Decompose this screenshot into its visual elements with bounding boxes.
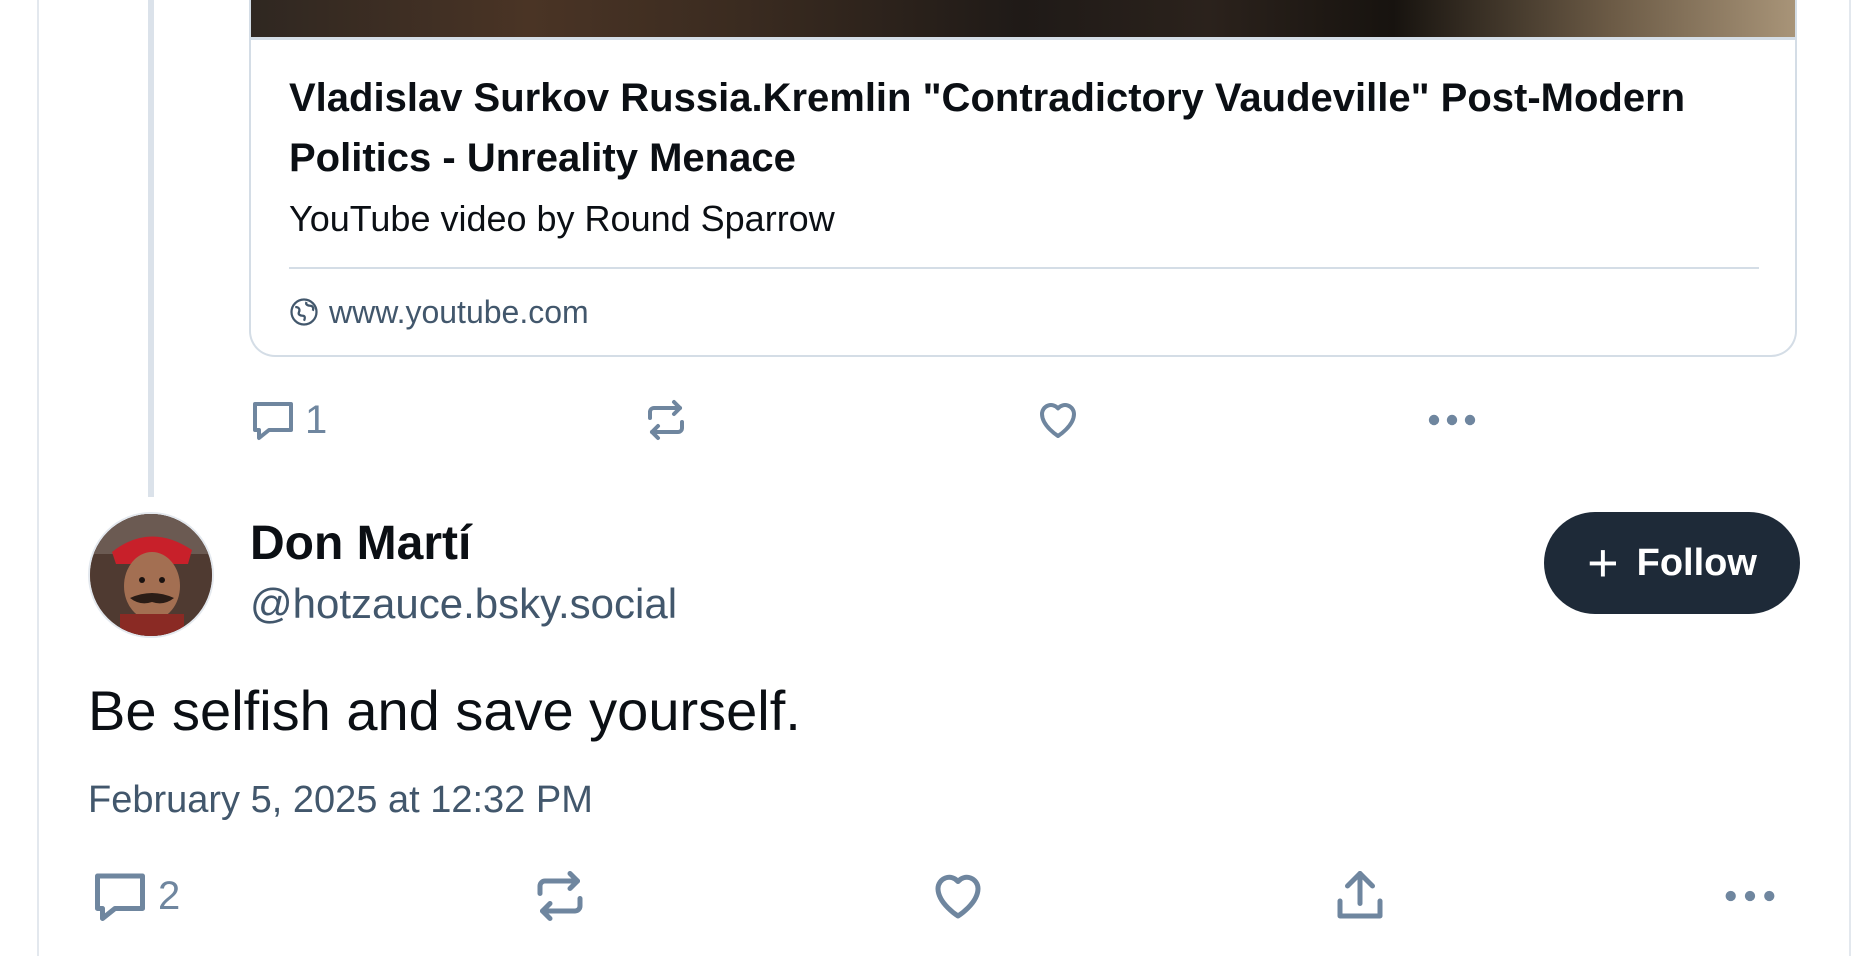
reply-count: 2 bbox=[158, 873, 181, 918]
column-border-left bbox=[37, 0, 39, 956]
link-embed-card[interactable]: Vladislav Surkov Russia.Kremlin "Contrad… bbox=[249, 0, 1797, 357]
like-button[interactable] bbox=[1034, 396, 1082, 444]
more-options-button[interactable] bbox=[1720, 866, 1780, 926]
embed-divider bbox=[289, 267, 1759, 269]
like-icon bbox=[935, 874, 981, 919]
like-icon bbox=[1040, 403, 1076, 438]
repost-icon bbox=[537, 871, 583, 921]
post-text: Be selfish and save yourself. bbox=[88, 679, 801, 742]
author-name[interactable]: Don Martí bbox=[250, 514, 471, 574]
author-handle[interactable]: @hotzauce.bsky.social bbox=[250, 576, 677, 632]
video-thumbnail[interactable] bbox=[251, 0, 1795, 40]
reply-icon bbox=[253, 402, 293, 440]
follow-label: Follow bbox=[1636, 541, 1757, 584]
reply-count: 1 bbox=[305, 397, 328, 442]
avatar[interactable] bbox=[88, 512, 214, 638]
reply-icon bbox=[95, 873, 145, 921]
thread-line bbox=[148, 0, 154, 497]
embed-domain: www.youtube.com bbox=[289, 292, 589, 332]
column-border-right bbox=[1849, 0, 1851, 956]
more-options-button[interactable] bbox=[1424, 396, 1480, 444]
embed-domain-text: www.youtube.com bbox=[329, 293, 589, 330]
repost-button[interactable] bbox=[642, 396, 690, 444]
avatar-image bbox=[90, 514, 212, 636]
repost-button[interactable] bbox=[530, 866, 590, 926]
repost-icon bbox=[648, 400, 684, 440]
share-button[interactable] bbox=[1330, 866, 1390, 926]
reply-button[interactable]: 1 bbox=[249, 396, 327, 444]
share-icon bbox=[1337, 871, 1383, 919]
reply-button[interactable]: 2 bbox=[90, 866, 180, 926]
embed-description: YouTube video by Round Sparrow bbox=[289, 198, 835, 239]
more-icon bbox=[1428, 414, 1476, 426]
plus-icon: + bbox=[1587, 533, 1619, 593]
embed-title: Vladislav Surkov Russia.Kremlin "Contrad… bbox=[289, 76, 1686, 180]
like-button[interactable] bbox=[928, 866, 988, 926]
follow-button[interactable]: + Follow bbox=[1544, 512, 1800, 614]
post-timestamp: February 5, 2025 at 12:32 PM bbox=[88, 779, 593, 821]
more-icon bbox=[1725, 890, 1775, 902]
globe-icon bbox=[290, 298, 318, 326]
